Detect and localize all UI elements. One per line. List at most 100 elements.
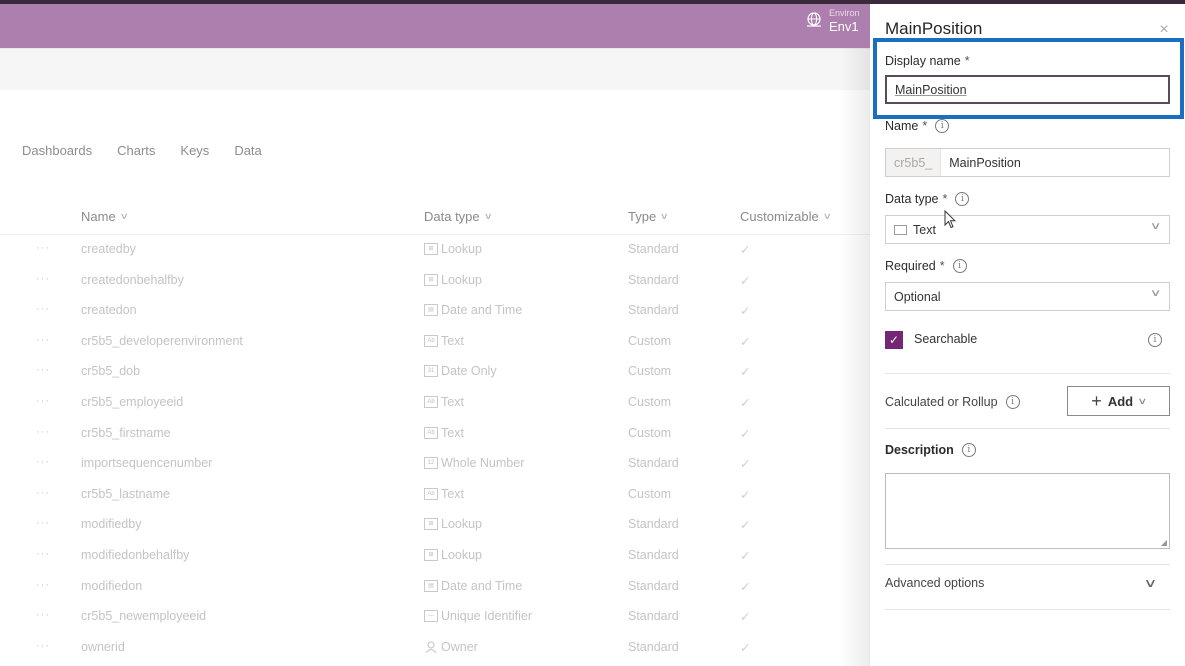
table-row[interactable]: ··· cr5b5_employeeid Ab Text Custom ✓ xyxy=(0,388,870,419)
info-icon[interactable]: i xyxy=(952,259,967,273)
column-header-customizable[interactable]: Customizable ∨ xyxy=(740,209,832,224)
data-type-value: Text xyxy=(913,222,936,237)
table-header: Name ∨ Data type ∨ Type ∨ Customizable ∨ xyxy=(0,200,870,235)
info-icon[interactable]: i xyxy=(935,119,950,133)
table-row[interactable]: ··· createdby ⊞ Lookup Standard ✓ xyxy=(0,235,870,266)
field-type: Standard xyxy=(628,547,679,562)
mouse-cursor-icon xyxy=(944,210,956,229)
data-type-text: Date Only xyxy=(441,364,497,379)
more-options-icon[interactable]: ··· xyxy=(36,487,50,499)
tab-data[interactable]: Data xyxy=(234,143,261,158)
more-options-icon[interactable]: ··· xyxy=(36,395,50,407)
resize-grip-icon[interactable]: ◢ xyxy=(1161,538,1167,547)
field-name[interactable]: cr5b5_lastname xyxy=(81,487,170,501)
field-name[interactable]: cr5b5_dob xyxy=(81,364,140,378)
field-name[interactable]: modifiedonbehalfby xyxy=(81,548,189,562)
plus-icon: + xyxy=(1091,390,1102,411)
table-body: ··· createdby ⊞ Lookup Standard ✓ ··· createdon… xyxy=(0,235,870,663)
required-label: Required * i xyxy=(885,259,967,273)
info-icon[interactable]: i xyxy=(961,443,976,457)
tab-charts[interactable]: Charts xyxy=(117,143,155,158)
data-type-text: Text xyxy=(441,333,464,348)
table-row[interactable]: ··· cr5b5_firstname Ab Text Custom ✓ xyxy=(0,419,870,450)
data-type-text: Text xyxy=(441,425,464,440)
more-options-icon[interactable]: ··· xyxy=(36,364,50,376)
panel-shadow xyxy=(840,48,870,666)
field-type: Custom xyxy=(628,333,672,348)
column-label: Type xyxy=(628,209,657,224)
field-name[interactable]: modifiedby xyxy=(81,517,141,531)
name-label: Name * i xyxy=(885,119,950,133)
more-options-icon[interactable]: ··· xyxy=(36,456,50,468)
column-header-type[interactable]: Type ∨ xyxy=(628,209,669,224)
table-row[interactable]: ··· modifiedonbehalfby ⊞ Lookup Standard ✓ xyxy=(0,541,870,572)
chevron-down-icon[interactable]: ∨ xyxy=(1143,576,1157,590)
more-options-icon[interactable]: ··· xyxy=(36,273,50,285)
column-header-data-type[interactable]: Data type ∨ xyxy=(424,209,493,224)
field-name[interactable]: cr5b5_firstname xyxy=(81,426,171,440)
tab-keys[interactable]: Keys xyxy=(180,143,209,158)
more-options-icon[interactable]: ··· xyxy=(36,426,50,438)
info-icon[interactable]: i xyxy=(955,192,970,206)
more-options-icon[interactable]: ··· xyxy=(36,640,50,652)
table-row[interactable]: ··· cr5b5_lastname Ab Text Custom ✓ xyxy=(0,480,870,511)
searchable-checkbox[interactable]: ✓ xyxy=(885,331,903,349)
table-row[interactable]: ··· createdonbehalfby ⊞ Lookup Standard ✓ xyxy=(0,266,870,297)
field-name[interactable]: createdonbehalfby xyxy=(81,273,184,287)
description-textarea[interactable]: ◢ xyxy=(885,473,1170,549)
environment-switcher[interactable]: Environ Env1 xyxy=(805,6,860,34)
field-name[interactable]: cr5b5_employeeid xyxy=(81,395,183,409)
table-row[interactable]: ··· importsequencenumber 12 Whole Number Sta… xyxy=(0,449,870,480)
field-data-type: Owner xyxy=(424,640,478,654)
field-name[interactable]: cr5b5_developerenvironment xyxy=(81,334,243,348)
publisher-prefix: cr5b5_ xyxy=(886,149,942,176)
table-row[interactable]: ··· createdon ▤ Date and Time Standard ✓ xyxy=(0,296,870,327)
table-row[interactable]: ··· cr5b5_dob 31 Date Only Custom ✓ xyxy=(0,357,870,388)
field-type: Custom xyxy=(628,394,672,409)
required-marker: * xyxy=(922,119,928,133)
table-row[interactable]: ··· modifiedby ⊞ Lookup Standard ✓ xyxy=(0,510,870,541)
display-name-input[interactable]: MainPosition xyxy=(885,75,1170,104)
field-name[interactable]: createdby xyxy=(81,242,136,256)
table-row[interactable]: ··· modifiedon ▤ Date and Time Standard ✓ xyxy=(0,572,870,603)
field-name[interactable]: ownerid xyxy=(81,640,125,654)
add-calculated-button[interactable]: + Add ∨ xyxy=(1067,386,1170,416)
more-options-icon[interactable]: ··· xyxy=(36,579,50,591)
display-name-label: Display name * xyxy=(885,54,970,68)
column-header-name[interactable]: Name ∨ xyxy=(81,209,129,224)
customizable-check-icon: ✓ xyxy=(740,640,751,655)
table-row[interactable]: ··· ownerid Owner Standard ✓ xyxy=(0,633,870,664)
tab-dashboards[interactable]: Dashboards xyxy=(22,143,92,158)
more-options-icon[interactable]: ··· xyxy=(36,517,50,529)
field-name[interactable]: modifiedon xyxy=(81,579,142,593)
field-type: Standard xyxy=(628,609,679,624)
data-type-text: Unique Identifier xyxy=(441,609,533,624)
divider xyxy=(885,564,1170,565)
more-options-icon[interactable]: ··· xyxy=(36,303,50,315)
chevron-down-icon: ∨ xyxy=(1137,395,1148,406)
field-name[interactable]: cr5b5_newemployeeid xyxy=(81,609,206,623)
lookup-icon: ⊞ xyxy=(424,273,438,286)
field-name[interactable]: importsequencenumber xyxy=(81,456,212,470)
required-dropdown[interactable]: Optional ∨ xyxy=(885,282,1170,311)
info-icon[interactable]: i xyxy=(1005,395,1020,409)
more-options-icon[interactable]: ··· xyxy=(36,609,50,621)
advanced-options-toggle[interactable]: Advanced options xyxy=(885,576,984,590)
name-value: MainPosition xyxy=(949,155,1021,170)
field-name[interactable]: createdon xyxy=(81,303,137,317)
info-icon[interactable]: i xyxy=(1148,333,1162,347)
data-type-dropdown[interactable]: Text ∨ xyxy=(885,215,1170,244)
text-icon: Ab xyxy=(424,395,438,408)
field-data-type: ⊞ Lookup xyxy=(424,517,482,531)
customizable-check-icon: ✓ xyxy=(740,243,751,257)
name-input[interactable]: cr5b5_ MainPosition xyxy=(885,148,1170,177)
date-time-icon: ▤ xyxy=(424,304,438,317)
data-type-text: Owner xyxy=(441,639,478,654)
table-row[interactable]: ··· cr5b5_developerenvironment Ab Text Custo… xyxy=(0,327,870,358)
unique-identifier-icon: — xyxy=(424,610,438,623)
more-options-icon[interactable]: ··· xyxy=(36,334,50,346)
table-row[interactable]: ··· cr5b5_newemployeeid — Unique Identifier… xyxy=(0,602,870,633)
close-icon[interactable]: × xyxy=(1156,22,1172,38)
more-options-icon[interactable]: ··· xyxy=(36,242,50,254)
more-options-icon[interactable]: ··· xyxy=(36,548,50,560)
